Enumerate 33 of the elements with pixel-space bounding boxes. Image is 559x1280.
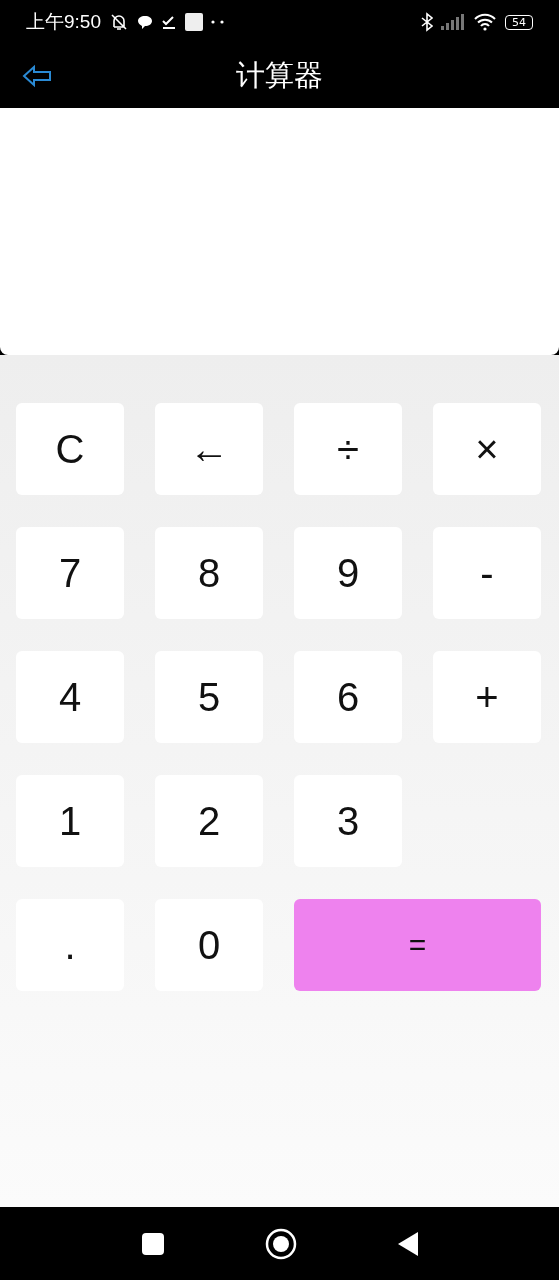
calculator-key[interactable]: × (433, 403, 541, 495)
calculator-key[interactable]: 1 (16, 775, 124, 867)
calculator-key[interactable]: + (433, 651, 541, 743)
calculator-key[interactable]: 2 (155, 775, 263, 867)
back-arrow-icon[interactable] (22, 64, 52, 88)
calculator-key[interactable]: 0 (155, 899, 263, 991)
battery-indicator: 54 (505, 14, 533, 30)
calculator-key[interactable]: - (433, 527, 541, 619)
back-icon[interactable] (396, 1230, 419, 1257)
wifi-icon (473, 13, 497, 31)
calculator-key[interactable]: 5 (155, 651, 263, 743)
calculator-key[interactable]: 6 (294, 651, 402, 743)
bell-off-icon (109, 12, 129, 32)
status-time: 上午9:50 (26, 10, 101, 34)
calculator-key[interactable]: 8 (155, 527, 263, 619)
square-icon (185, 13, 203, 31)
dots-icon (211, 20, 225, 24)
signal-icon (441, 14, 465, 30)
calculator-key[interactable]: 3 (294, 775, 402, 867)
calculator-key[interactable]: ← (155, 403, 263, 495)
home-icon[interactable] (264, 1227, 297, 1260)
calculator-key[interactable]: 4 (16, 651, 124, 743)
calculator-key[interactable]: 7 (16, 527, 124, 619)
calculator-key[interactable]: 9 (294, 527, 402, 619)
recents-icon[interactable] (140, 1231, 165, 1256)
window-title: 计算器 (236, 57, 323, 94)
chat-icon (137, 14, 153, 30)
calculator-key[interactable]: C (16, 403, 124, 495)
calculator-key[interactable]: . (16, 899, 124, 991)
equals-button[interactable]: = (294, 899, 541, 991)
bluetooth-icon (421, 12, 433, 32)
calculator-key[interactable]: ÷ (294, 403, 402, 495)
check-icon (161, 14, 177, 30)
